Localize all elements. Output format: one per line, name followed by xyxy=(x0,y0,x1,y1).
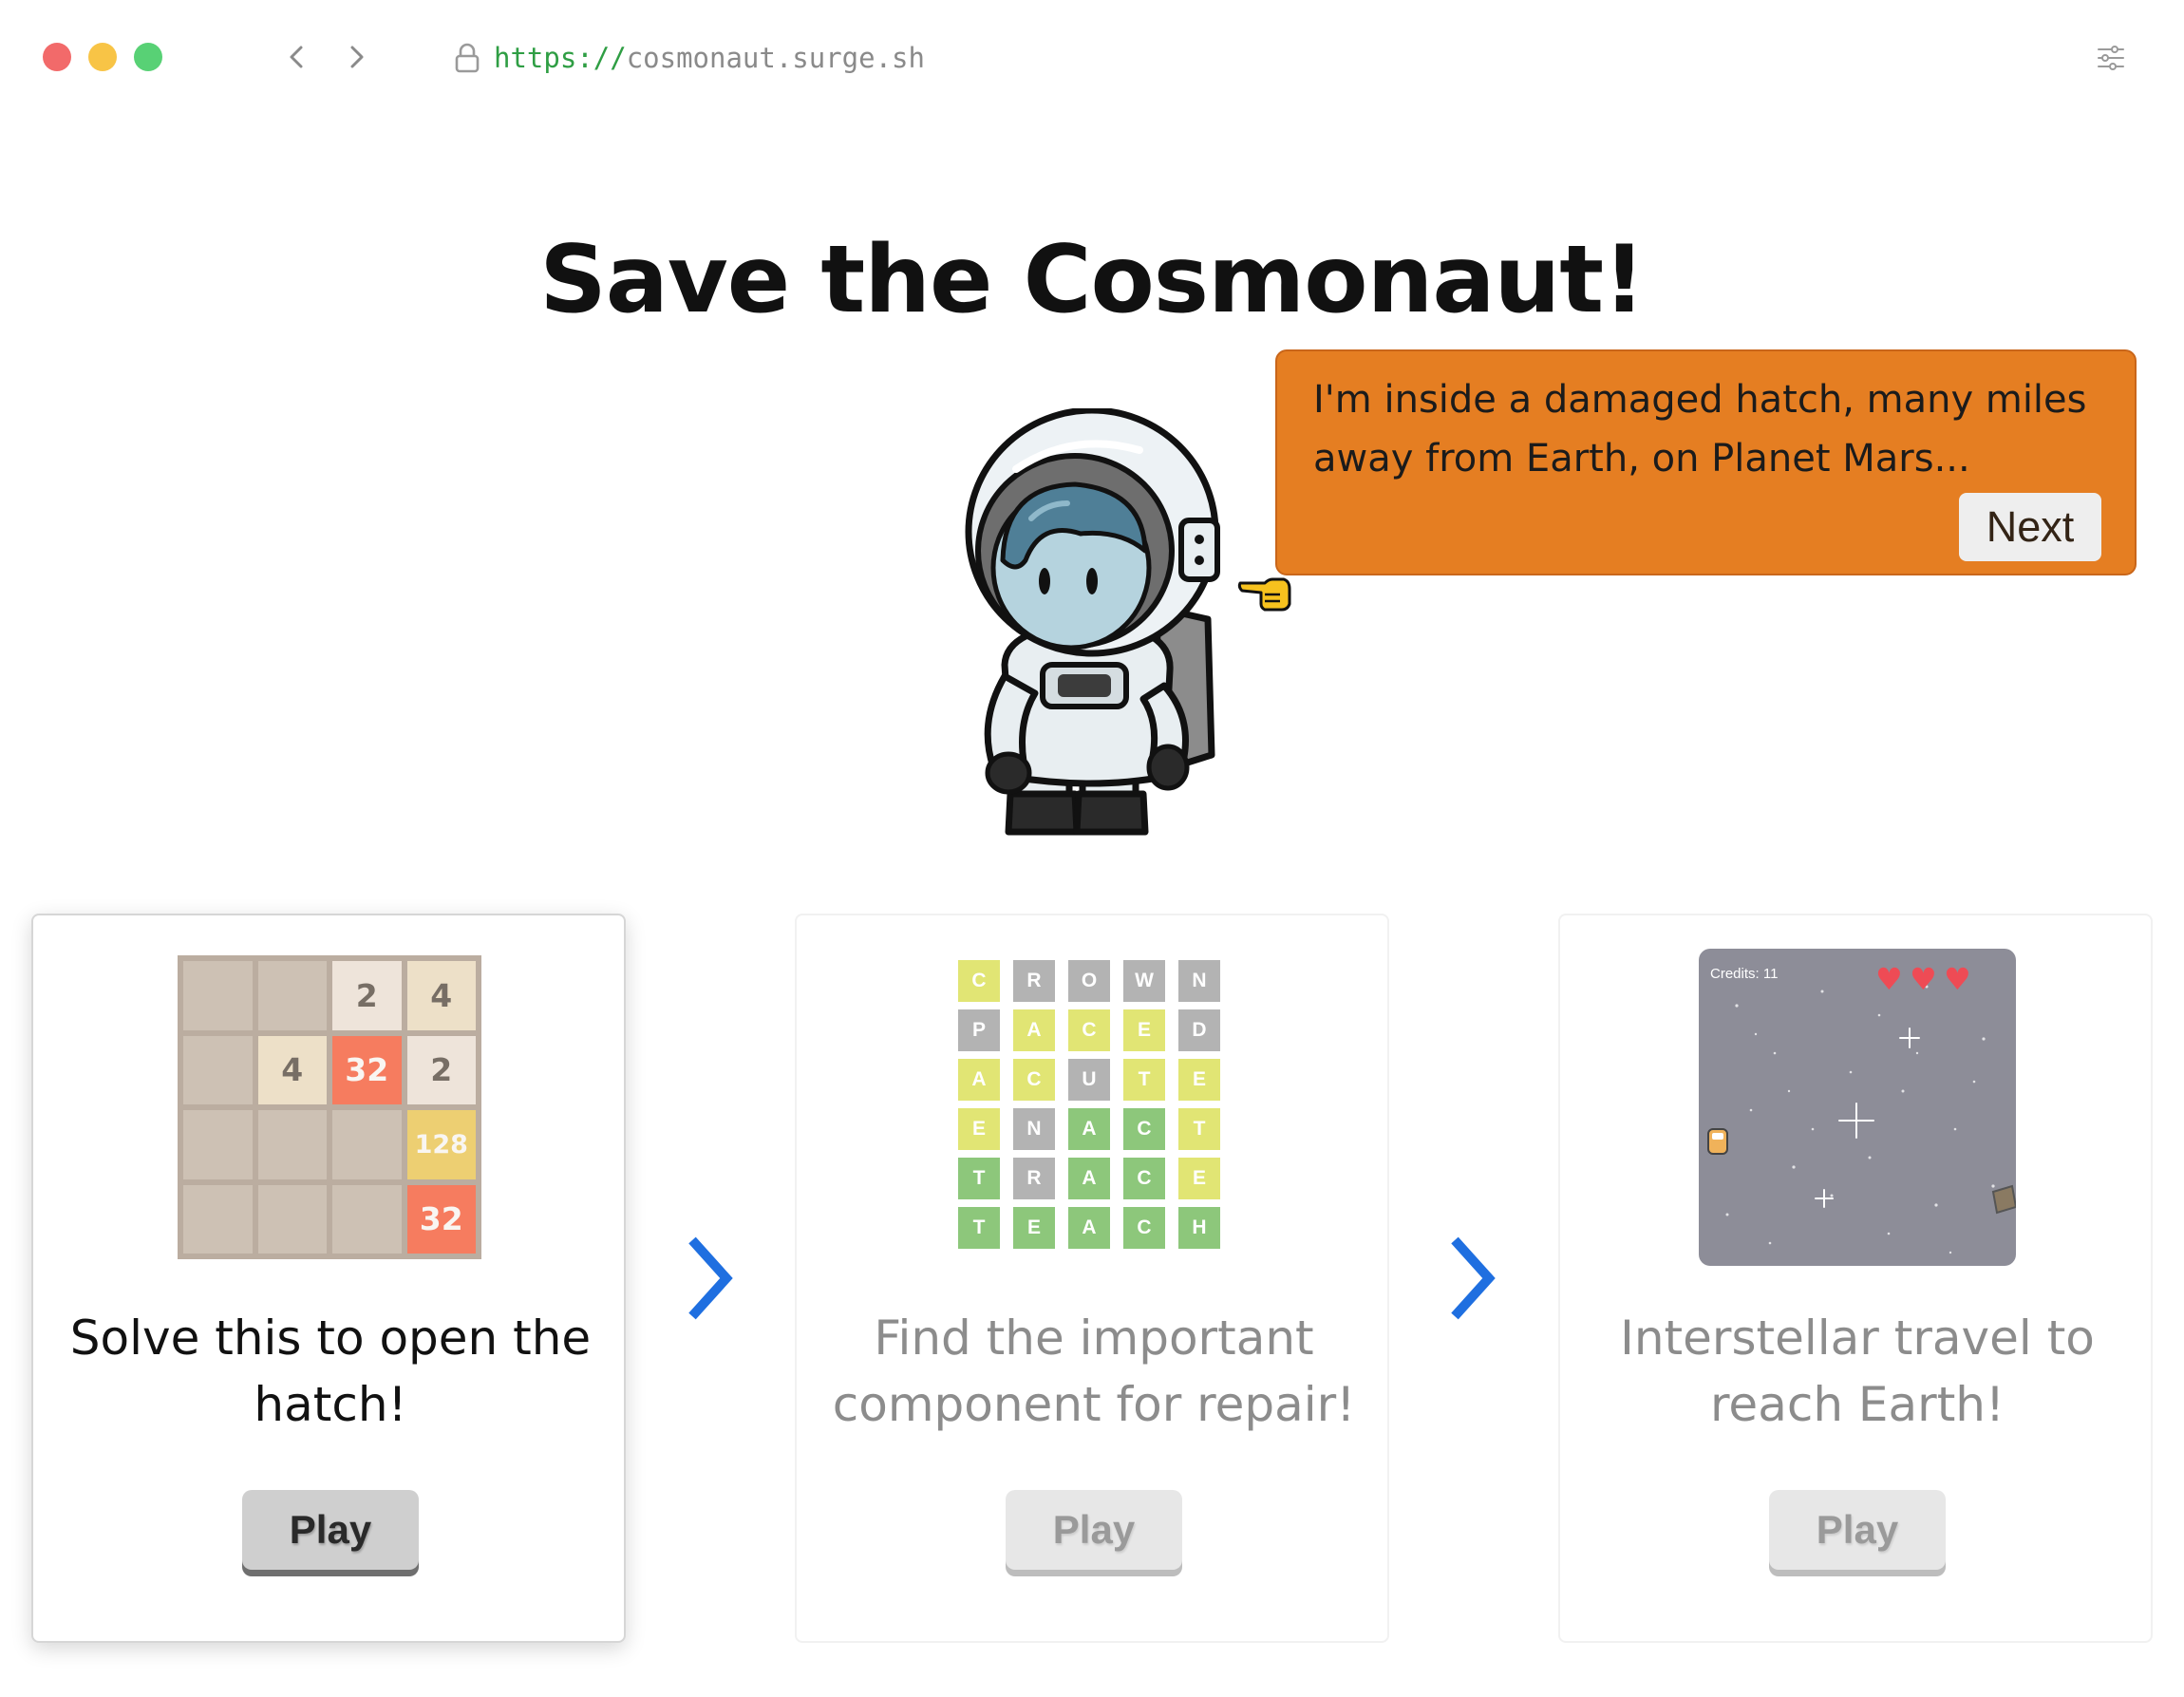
sliders-icon xyxy=(2098,46,2124,70)
page-title: Save the Cosmonaut! xyxy=(539,226,1646,334)
lock-icon xyxy=(455,43,480,73)
letter-tile: E xyxy=(1123,1009,1165,1051)
letter-tile: N xyxy=(1178,960,1220,1002)
letter-tile: R xyxy=(1013,1158,1055,1199)
close-window-button[interactable] xyxy=(43,43,71,71)
number-tile: 32 xyxy=(332,1035,402,1104)
letter-tile: A xyxy=(1068,1207,1110,1249)
puzzle-2048-thumbnail: 2 4 4 32 2 128 32 xyxy=(178,955,481,1259)
browser-toolbar: https://cosmonaut.surge.sh xyxy=(0,0,2184,114)
minimize-window-button[interactable] xyxy=(88,43,117,71)
dialogue-text: I'm inside a damaged hatch, many miles a… xyxy=(1313,378,2087,481)
letter-tile: H xyxy=(1178,1207,1220,1249)
heart-icon: ♥ xyxy=(1910,961,1937,997)
forward-button[interactable] xyxy=(337,38,375,76)
settings-button[interactable] xyxy=(2095,42,2127,74)
level-card-word-puzzle: CROWNPACEDACUTEENACTTRACETEACH Find the … xyxy=(795,914,1389,1643)
chevron-right-icon xyxy=(350,46,364,68)
empty-tile xyxy=(183,961,253,1030)
space-game-thumbnail: Credits: 11 ♥ ♥ ♥ xyxy=(1699,949,2016,1266)
empty-tile xyxy=(257,1110,327,1179)
level-card-space-travel: Credits: 11 ♥ ♥ ♥ Interstellar travel to… xyxy=(1558,914,2153,1643)
heart-icon: ♥ xyxy=(1875,961,1903,997)
level-description: Interstellar travel to reach Earth! xyxy=(1620,1310,2095,1432)
heart-icon: ♥ xyxy=(1944,961,1971,997)
letter-tile: T xyxy=(958,1207,1000,1249)
empty-tile xyxy=(183,1035,253,1104)
chevron-left-icon xyxy=(290,46,303,68)
play-button[interactable]: Play xyxy=(1769,1490,1946,1570)
letter-tile: T xyxy=(1178,1108,1220,1150)
word-puzzle-thumbnail: CROWNPACEDACUTEENACTTRACETEACH xyxy=(958,960,1230,1254)
level-description: Find the important component for repair! xyxy=(832,1310,1356,1432)
empty-tile xyxy=(332,1110,402,1179)
empty-tile xyxy=(183,1110,253,1179)
letter-tile: C xyxy=(1013,1059,1055,1101)
play-button[interactable]: Play xyxy=(242,1490,419,1570)
number-tile: 32 xyxy=(406,1184,476,1254)
number-tile: 128 xyxy=(406,1110,476,1179)
empty-tile xyxy=(183,1184,253,1254)
letter-tile: A xyxy=(1068,1158,1110,1199)
next-button[interactable]: Next xyxy=(1959,493,2101,561)
letter-tile: E xyxy=(1178,1059,1220,1101)
chevron-right-icon xyxy=(1451,1236,1496,1320)
letter-tile: C xyxy=(1123,1207,1165,1249)
level-card-2048: 2 4 4 32 2 128 32 Solve this to open the hatch… xyxy=(31,914,626,1643)
letter-tile: C xyxy=(1123,1108,1165,1150)
maximize-window-button[interactable] xyxy=(134,43,162,71)
letter-tile: C xyxy=(958,960,1000,1002)
letter-tile: C xyxy=(1123,1158,1165,1199)
letter-tile: A xyxy=(1068,1108,1110,1150)
letter-tile: E xyxy=(958,1108,1000,1150)
letter-tile: O xyxy=(1068,960,1110,1002)
letter-tile: D xyxy=(1178,1009,1220,1051)
letter-tile: E xyxy=(1178,1158,1220,1199)
empty-tile xyxy=(332,1184,402,1254)
play-button[interactable]: Play xyxy=(1006,1490,1182,1570)
letter-tile: P xyxy=(958,1009,1000,1051)
back-button[interactable] xyxy=(278,38,316,76)
chevron-right-icon xyxy=(688,1236,733,1320)
letter-tile: R xyxy=(1013,960,1055,1002)
letter-tile: U xyxy=(1068,1059,1110,1101)
letter-tile: A xyxy=(958,1059,1000,1101)
letter-tile: E xyxy=(1013,1207,1055,1249)
number-tile: 4 xyxy=(406,961,476,1030)
speech-bubble: I'm inside a damaged hatch, many miles a… xyxy=(1275,349,2137,575)
letter-tile: T xyxy=(1123,1059,1165,1101)
url-host: cosmonaut.surge.sh xyxy=(626,42,925,74)
letter-tile: W xyxy=(1123,960,1165,1002)
url-scheme: https:// xyxy=(494,42,627,74)
letter-tile: T xyxy=(958,1158,1000,1199)
letter-tile: C xyxy=(1068,1009,1110,1051)
credits-counter: Credits: 11 xyxy=(1710,966,1779,982)
empty-tile xyxy=(257,1184,327,1254)
empty-tile xyxy=(257,961,327,1030)
level-description: Solve this to open the hatch! xyxy=(69,1310,592,1432)
number-tile: 2 xyxy=(332,961,402,1030)
astronaut-illustration xyxy=(965,408,1220,836)
number-tile: 4 xyxy=(257,1035,327,1104)
letter-tile: N xyxy=(1013,1108,1055,1150)
number-tile: 2 xyxy=(406,1035,476,1104)
letter-tile: A xyxy=(1013,1009,1055,1051)
address-bar[interactable]: https://cosmonaut.surge.sh xyxy=(454,36,925,80)
